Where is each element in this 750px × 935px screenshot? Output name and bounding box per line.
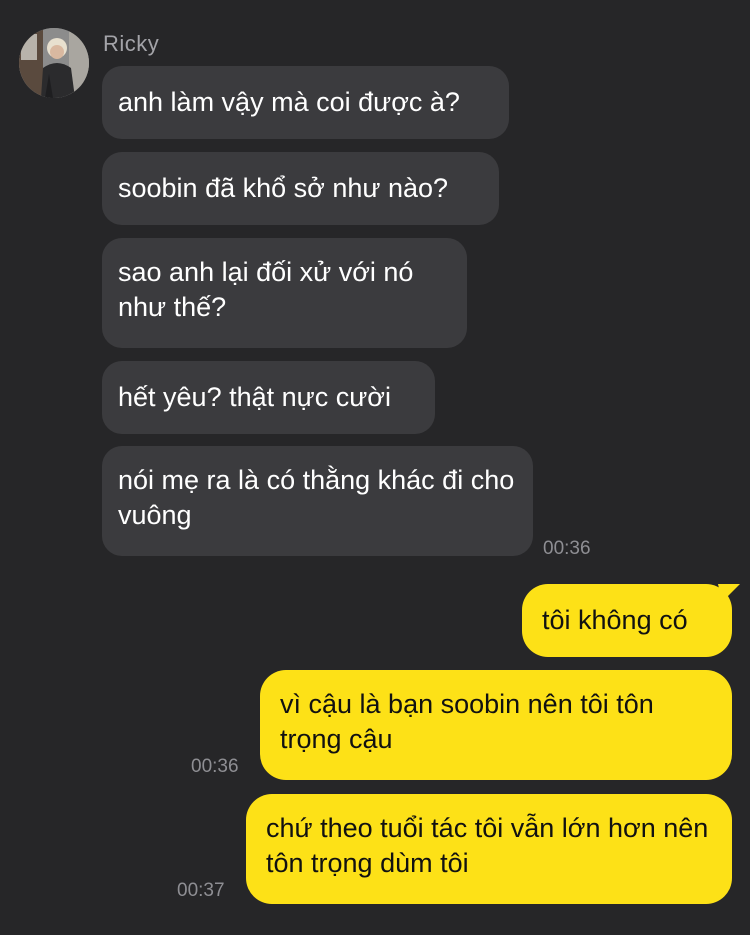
message-text: chứ theo tuổi tác tôi vẫn lớn hơn nên tô… [266, 813, 709, 878]
outgoing-message[interactable]: vì cậu là bạn soobin nên tôi tôn trọng c… [260, 670, 732, 780]
incoming-message[interactable]: hết yêu? thật nực cười [102, 361, 435, 434]
outgoing-message[interactable]: chứ theo tuổi tác tôi vẫn lớn hơn nên tô… [246, 794, 732, 904]
avatar-photo [19, 28, 89, 98]
message-text: nói mẹ ra là có thằng khác đi cho vuông [118, 465, 515, 530]
message-timestamp: 00:36 [191, 756, 239, 777]
incoming-message[interactable]: nói mẹ ra là có thằng khác đi cho vuông [102, 446, 533, 556]
incoming-message[interactable]: sao anh lại đối xử với nó như thế? [102, 238, 467, 348]
message-text: anh làm vậy mà coi được à? [118, 87, 460, 117]
message-text: soobin đã khổ sở như nào? [118, 173, 449, 203]
message-timestamp: 00:37 [177, 880, 225, 901]
sender-name: Ricky [103, 31, 160, 56]
incoming-message[interactable]: anh làm vậy mà coi được à? [102, 66, 509, 139]
message-text: vì cậu là bạn soobin nên tôi tôn trọng c… [280, 689, 654, 754]
avatar[interactable] [19, 28, 89, 98]
incoming-message[interactable]: soobin đã khổ sở như nào? [102, 152, 499, 225]
message-text: tôi không có [542, 605, 688, 635]
bubble-tail [718, 584, 740, 602]
message-text: hết yêu? thật nực cười [118, 382, 391, 412]
outgoing-message[interactable]: tôi không có [522, 584, 740, 657]
message-text: sao anh lại đối xử với nó như thế? [118, 257, 414, 322]
message-timestamp: 00:36 [543, 538, 591, 559]
